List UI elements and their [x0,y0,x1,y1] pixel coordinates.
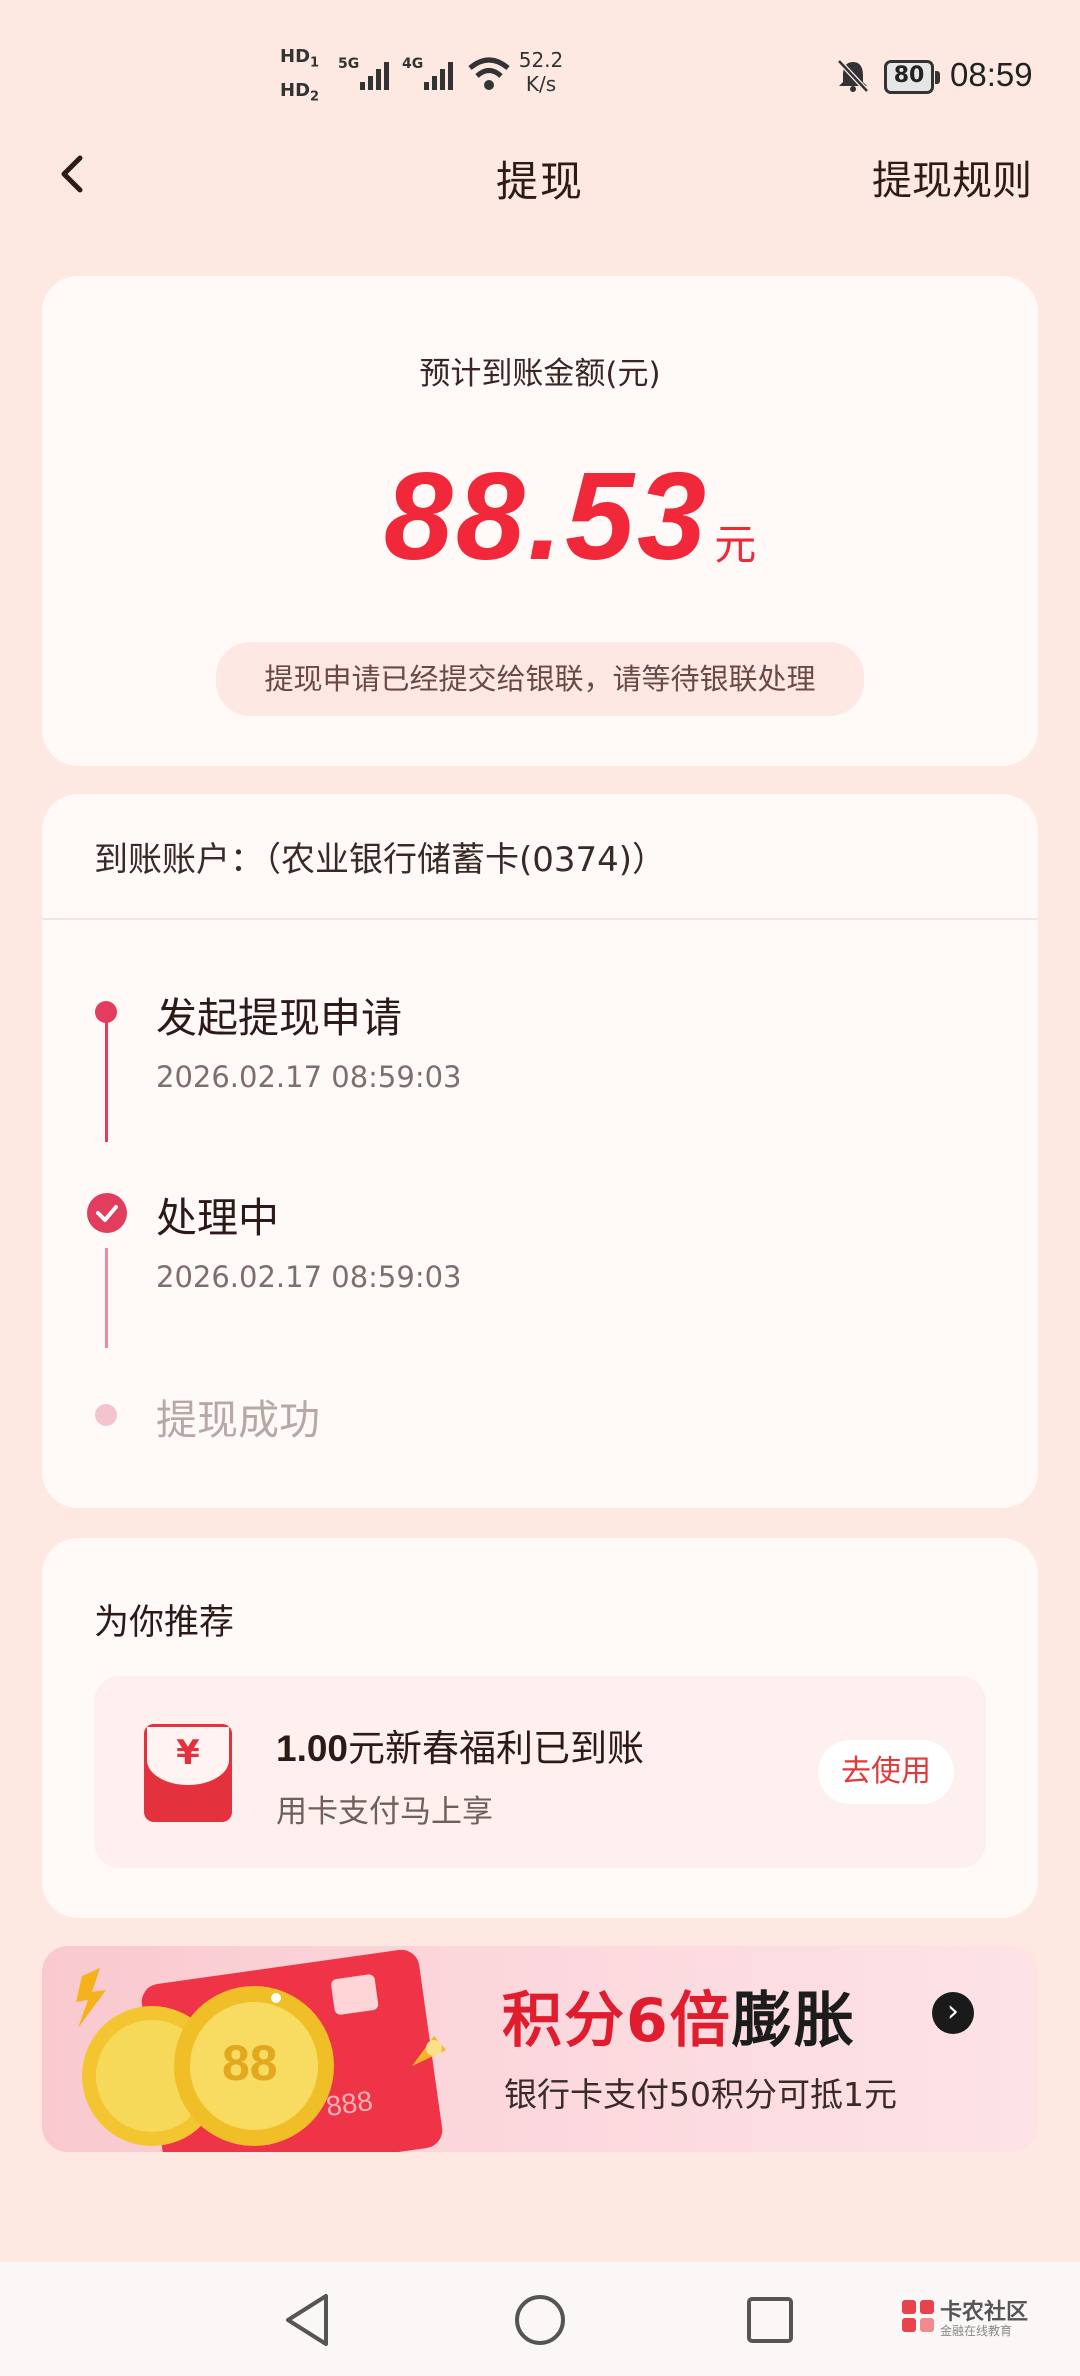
amount-label: 预计到账金额(元) [419,356,661,392]
system-nav-bar: 卡农社区 金融在线教育 [0,2262,1080,2376]
promo-banner[interactable]: 888 88 积分6倍膨胀 › 银行卡支付50积分可抵1元 [42,1946,1038,2152]
recommend-item[interactable]: ¥ 1.00元新春福利已到账 用卡支付马上享 去使用 [94,1676,986,1868]
coin-text: 88 [222,2035,278,2091]
red-envelope-icon: ¥ [144,1724,232,1822]
banner-title: 积分6倍膨胀 [502,1986,856,2056]
card-number-text: 888 [324,2084,375,2123]
recommend-card: 为你推荐 ¥ 1.00元新春福利已到账 用卡支付马上享 去使用 [42,1538,1038,1918]
divider [42,918,1038,920]
use-now-button[interactable]: 去使用 [818,1740,954,1804]
arrow-right-icon: › [932,1992,974,2034]
amount-unit: 元 [714,520,757,569]
step-time: 2026.02.17 08:59:03 [156,1260,462,1294]
recommend-title: 为你推荐 [94,1603,235,1643]
clock: 08:59 [950,56,1033,93]
page-title: 提现 [496,157,585,206]
network-speed: 52.2 K/s [518,48,564,96]
status-bar: HD1 HD2 5G 4G 52.2 K/s 80 08:59 [0,0,1080,130]
step-dot-done [95,1001,117,1023]
circle-home-icon[interactable] [512,2292,568,2348]
status-notice: 提现申请已经提交给银联，请等待银联处理 [216,642,864,716]
watermark-icon [902,2300,934,2332]
hd1-indicator: HD1 [280,46,320,71]
step-time: 2026.02.17 08:59:03 [156,1060,462,1094]
banner-subtitle: 银行卡支付50积分可抵1元 [504,2075,897,2114]
battery-indicator: 80 [884,60,940,94]
withdraw-rules-link[interactable]: 提现规则 [872,148,1032,206]
square-recents-icon[interactable] [744,2294,796,2346]
step-title: 处理中 [156,1194,279,1242]
timeline-line [105,1014,108,1142]
step-dot-pending [95,1404,117,1426]
watermark-logo: 卡农社区 金融在线教育 [900,2290,1060,2350]
triangle-back-icon[interactable] [282,2292,332,2348]
hd2-indicator: HD2 [280,80,320,105]
timeline-line [105,1248,108,1348]
bell-muted-icon [837,59,869,93]
account-info: 到账账户：（农业银行储蓄卡(0374)） [94,840,667,880]
wifi-icon [468,57,510,90]
chevron-left-icon[interactable] [54,150,90,198]
amount-row: 88.53 元 [42,446,1038,588]
step-title: 提现成功 [156,1396,320,1444]
amount-card: 预计到账金额(元) 88.53 元 提现申请已经提交给银联，请等待银联处理 [42,276,1038,766]
progress-card: 到账账户：（农业银行储蓄卡(0374)） 发起提现申请 2026.02.17 0… [42,794,1038,1508]
recommend-headline: 1.00元新春福利已到账 [276,1727,645,1770]
step-title: 发起提现申请 [156,994,402,1042]
check-circle-icon [87,1193,127,1233]
amount-value: 88.53 [383,448,710,586]
recommend-subtitle: 用卡支付马上享 [276,1794,493,1830]
